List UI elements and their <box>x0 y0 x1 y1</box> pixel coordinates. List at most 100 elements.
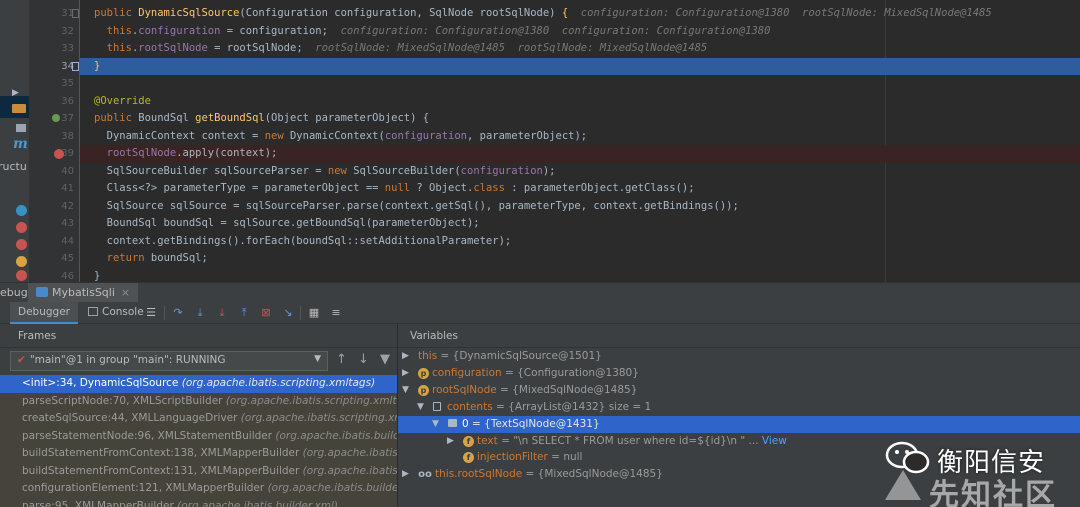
frame-package: (org.apache.ibatis.scripting.xmltags) <box>225 394 397 407</box>
frame-package: (org.apache.ibatis.builder.xml) <box>302 447 398 459</box>
code-line[interactable] <box>80 75 1080 93</box>
code-line[interactable]: } <box>80 57 1080 75</box>
thread-dropdown[interactable]: ✔ "main"@1 in group "main": RUNNING ▼ <box>10 351 328 371</box>
breakpoint-icon[interactable] <box>54 149 64 159</box>
expand-arrow-icon[interactable]: ▶ <box>402 365 409 382</box>
code-line[interactable]: Class<?> parameterType = parameterObject… <box>80 180 1080 198</box>
tab-debugger[interactable]: Debugger <box>10 302 78 324</box>
debug-session-tab[interactable]: MybatisSqli × <box>28 283 139 303</box>
code-line[interactable]: DynamicContext context = new DynamicCont… <box>80 128 1080 146</box>
code-token: configuration <box>460 164 543 177</box>
code-editor[interactable]: public DynamicSqlSource(Configuration co… <box>80 0 1080 282</box>
variable-name: configuration <box>432 366 502 379</box>
inline-debug-value: rootSqlNode: MixedSqlNode@1485 rootSqlNo… <box>315 42 708 54</box>
code-line[interactable]: return boundSql; <box>80 250 1080 268</box>
console-icon <box>88 307 98 316</box>
run-to-cursor-icon[interactable]: ↘ <box>280 305 296 321</box>
variable-value: = "\n SELECT * FROM user where id=${id}\… <box>497 434 762 447</box>
code-token: = configuration; <box>220 24 341 37</box>
frame-item[interactable]: configurationElement:121, XMLMapperBuild… <box>0 480 397 498</box>
close-icon[interactable]: × <box>121 286 130 299</box>
line-number[interactable]: 34 <box>30 58 76 76</box>
collapse-arrow-icon[interactable]: ▼ <box>432 416 439 433</box>
code-token: new <box>327 164 354 177</box>
expand-arrow-icon[interactable]: ▶ <box>402 348 409 365</box>
collapse-arrow-icon[interactable]: ▼ <box>402 382 409 399</box>
frame-item[interactable]: parseScriptNode:70, XMLScriptBuilder (or… <box>0 392 397 410</box>
step-over-icon[interactable]: ↷ <box>170 305 186 321</box>
code-line[interactable]: public BoundSql getBoundSql(Object param… <box>80 110 1080 128</box>
frames-panel: Frames ✔ "main"@1 in group "main": RUNNIN… <box>0 324 398 507</box>
view-value-link[interactable]: View <box>762 435 787 447</box>
field-icon: f <box>463 452 474 464</box>
expand-arrow-icon[interactable]: ▶ <box>447 433 454 450</box>
debug-tool-window-header: ebug: MybatisSqli × <box>0 282 1080 303</box>
code-line[interactable]: rootSqlNode.apply(context); <box>80 145 1080 163</box>
settings-icon[interactable]: ≡ <box>328 305 344 321</box>
frame-item[interactable]: <init>:34, DynamicSqlSource (org.apache.… <box>0 375 397 393</box>
code-line[interactable]: SqlSourceBuilder sqlSourceParser = new S… <box>80 163 1080 181</box>
code-token: = rootSqlNode; <box>207 42 316 54</box>
line-number[interactable]: 33 <box>30 40 76 58</box>
line-number[interactable]: 38 <box>30 128 76 146</box>
filter-icon[interactable]: ▼ <box>380 352 390 367</box>
expand-arrow-icon[interactable]: ▶ <box>402 466 409 483</box>
code-text: DynamicContext context = new DynamicCont… <box>94 128 587 146</box>
variable-row[interactable]: ▶ p configuration = {Configuration@1380} <box>398 365 1080 382</box>
thread-label: "main"@1 in group "main": RUNNING <box>29 354 226 366</box>
code-token: configuration <box>384 129 467 142</box>
override-icon[interactable] <box>52 114 60 122</box>
evaluate-icon[interactable]: ▦ <box>306 305 322 321</box>
code-line[interactable]: @Override <box>80 93 1080 111</box>
frame-package: (org.apache.ibatis.scripting.xmltags) <box>181 377 376 389</box>
line-number[interactable]: 35 <box>30 75 76 93</box>
code-line[interactable]: } <box>80 268 1080 283</box>
line-number[interactable]: 32 <box>30 23 76 41</box>
variable-row[interactable]: ▼ 0 = {TextSqlNode@1431} <box>398 415 1080 433</box>
line-number[interactable]: 40 <box>30 163 76 181</box>
line-number[interactable]: 31 <box>30 5 76 23</box>
step-out-icon[interactable]: ⤒ <box>236 305 252 321</box>
frame-item[interactable]: buildStatementFromContext:131, XMLMapper… <box>0 462 397 480</box>
thread-running-icon: ✔ <box>17 354 26 366</box>
frame-item[interactable]: buildStatementFromContext:138, XMLMapper… <box>0 445 398 463</box>
variable-value: = null <box>547 451 583 464</box>
line-number[interactable]: 45 <box>30 250 76 268</box>
force-step-into-icon[interactable]: ⤓ <box>214 305 230 321</box>
method-icon <box>16 222 27 233</box>
fold-icon[interactable] <box>72 9 79 18</box>
frame-item[interactable]: parse:95, XMLMapperBuilder (org.apache.i… <box>0 497 397 507</box>
code-line[interactable]: SqlSource sqlSource = sqlSourceParser.pa… <box>80 198 1080 216</box>
code-line[interactable]: this.rootSqlNode = rootSqlNode; rootSqlN… <box>80 40 1080 58</box>
previous-frame-icon[interactable]: ↑ <box>336 352 347 367</box>
variable-row[interactable]: ▶ this = {DynamicSqlSource@1501} <box>398 348 1080 365</box>
drop-frame-icon[interactable]: ⊠ <box>258 305 274 321</box>
frame-item[interactable]: parseStatementNode:96, XMLStatementBuild… <box>0 427 397 445</box>
layout-icon[interactable]: ☰ <box>143 305 159 321</box>
code-line[interactable]: BoundSql boundSql = sqlSource.getBoundSq… <box>80 215 1080 233</box>
structure-tab-label[interactable]: ructu <box>0 160 27 173</box>
line-number[interactable]: 42 <box>30 198 76 216</box>
variable-row[interactable]: ▼ contents = {ArrayList@1432} size = 1 <box>398 399 1080 416</box>
parameter-icon: p <box>418 367 429 379</box>
line-number[interactable]: 36 <box>30 93 76 111</box>
code-line[interactable]: public DynamicSqlSource(Configuration co… <box>80 5 1080 23</box>
step-into-icon[interactable]: ⤓ <box>192 305 208 321</box>
collapse-arrow-icon[interactable]: ▼ <box>417 399 424 416</box>
code-line[interactable]: context.getBindings().forEach(boundSql::… <box>80 233 1080 251</box>
code-line[interactable]: this.configuration = configuration; conf… <box>80 23 1080 41</box>
frame-item[interactable]: createSqlSource:44, XMLLanguageDriver (o… <box>0 410 397 428</box>
code-token: DynamicSqlSource <box>138 7 240 19</box>
editor-gutter[interactable]: 31 32 33 34 35 36 37 38 39 40 41 42 43 44 45 46 <box>30 0 80 282</box>
field-icon: f <box>463 435 474 447</box>
line-number[interactable]: 39 <box>30 145 76 163</box>
code-text: } <box>94 268 100 283</box>
tab-console[interactable]: Console <box>80 302 152 324</box>
fold-icon[interactable] <box>72 61 79 71</box>
line-number[interactable]: 41 <box>30 180 76 198</box>
code-token: @Override <box>94 94 151 107</box>
line-number[interactable]: 43 <box>30 215 76 233</box>
next-frame-icon[interactable]: ↓ <box>358 352 369 367</box>
variable-row[interactable]: ▼ p rootSqlNode = {MixedSqlNode@1485} <box>398 382 1080 399</box>
line-number[interactable]: 44 <box>30 233 76 251</box>
